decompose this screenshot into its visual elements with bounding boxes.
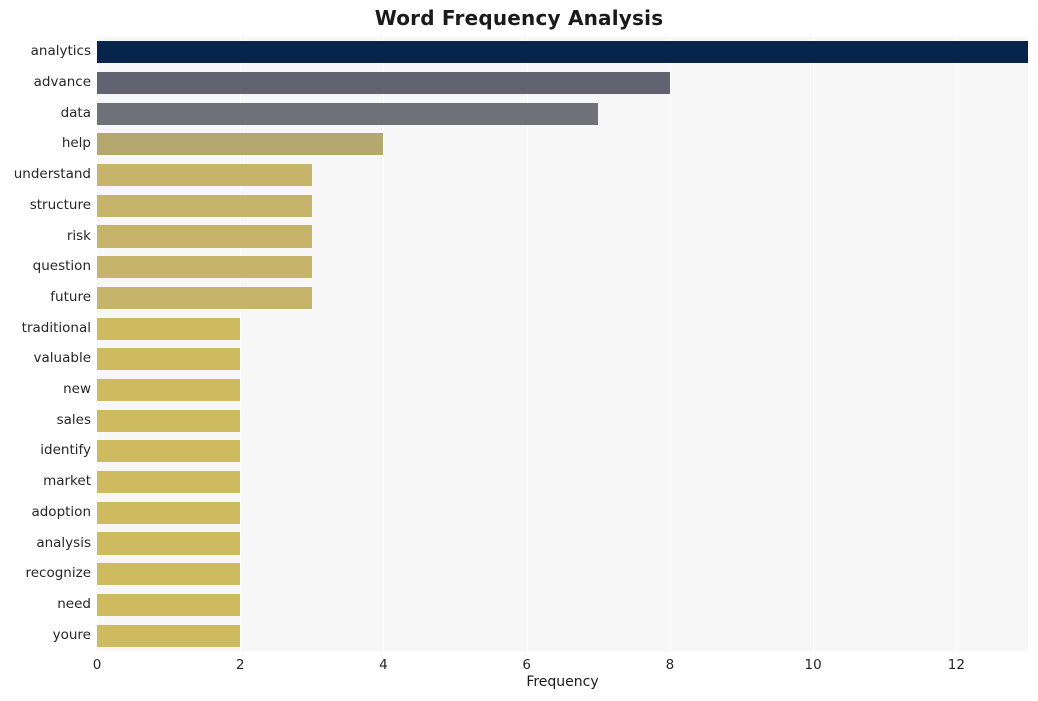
y-tick-label: analysis — [36, 534, 91, 551]
bar[interactable] — [97, 164, 312, 187]
bar[interactable] — [97, 194, 312, 217]
bar-row — [97, 133, 1028, 156]
x-axis-label: Frequency — [526, 674, 599, 690]
y-tick-label: future — [50, 288, 91, 305]
bar[interactable] — [97, 71, 670, 95]
bar-row — [97, 71, 1028, 95]
bar-row — [97, 194, 1028, 217]
y-tick-label: identify — [40, 442, 91, 459]
bar-row — [97, 317, 1028, 340]
bar-row — [97, 41, 1028, 64]
chart-title: Word Frequency Analysis — [374, 6, 664, 30]
x-tick-label: 10 — [804, 657, 822, 673]
x-tick-label: 4 — [379, 657, 388, 673]
bar[interactable] — [97, 624, 241, 647]
bar-row — [97, 286, 1028, 309]
bar[interactable] — [97, 532, 241, 555]
x-axis-tick-labels: 0 2 4 6 8 10 12 — [93, 651, 1028, 675]
bar-row — [97, 256, 1028, 279]
y-tick-label: recognize — [25, 565, 91, 582]
y-tick-label: risk — [66, 227, 91, 244]
bar[interactable] — [97, 286, 312, 309]
bar-row — [97, 348, 1028, 371]
x-tick-label: 0 — [92, 657, 102, 673]
y-tick-label: sales — [56, 411, 91, 428]
bar-row — [97, 471, 1028, 494]
bar[interactable] — [97, 348, 241, 371]
y-axis-tick-labels: analytics advance data help understand struct… — [0, 37, 91, 651]
bar-row — [97, 563, 1028, 586]
bar-row — [97, 409, 1028, 432]
x-tick-label: 8 — [665, 657, 675, 673]
y-tick-label: analytics — [30, 43, 91, 60]
bar-row — [97, 164, 1028, 187]
x-tick-label: 2 — [235, 657, 245, 673]
y-tick-label: traditional — [21, 319, 91, 336]
y-tick-label: help — [61, 135, 91, 152]
x-tick-label: 6 — [522, 657, 531, 673]
bar-row — [97, 378, 1028, 402]
bar[interactable] — [97, 256, 312, 279]
y-tick-label: new — [63, 381, 91, 398]
bar-series — [97, 37, 1028, 651]
y-tick-label: valuable — [33, 350, 91, 367]
bar-row — [97, 501, 1028, 524]
bar-row — [97, 440, 1028, 463]
x-tick-label: 12 — [947, 657, 965, 673]
bar-row — [97, 593, 1028, 616]
bar[interactable] — [97, 102, 599, 125]
bar[interactable] — [97, 593, 241, 616]
y-tick-label: understand — [13, 166, 91, 183]
y-tick-label: question — [32, 258, 91, 275]
bar-row — [97, 102, 1028, 125]
bar[interactable] — [97, 409, 241, 432]
bar[interactable] — [97, 440, 241, 463]
y-tick-label: data — [60, 104, 91, 121]
plot-area — [97, 37, 1028, 651]
y-tick-label: structure — [29, 196, 91, 213]
bar[interactable] — [97, 225, 312, 248]
bar[interactable] — [97, 563, 241, 586]
bar[interactable] — [97, 471, 241, 494]
y-tick-label: need — [57, 595, 91, 612]
bar[interactable] — [97, 378, 241, 402]
bar[interactable] — [97, 501, 241, 524]
y-tick-label: adoption — [31, 503, 91, 520]
bar[interactable] — [97, 41, 1028, 64]
bar-row — [97, 225, 1028, 248]
chart-figure: Word Frequency Analysis analytics advance… — [0, 0, 1038, 701]
bar[interactable] — [97, 317, 241, 340]
bar-row — [97, 532, 1028, 555]
y-tick-label: market — [43, 473, 91, 490]
y-tick-label: youre — [52, 626, 91, 643]
bar[interactable] — [97, 133, 384, 156]
y-tick-label: advance — [33, 74, 91, 91]
bar-row — [97, 624, 1028, 647]
